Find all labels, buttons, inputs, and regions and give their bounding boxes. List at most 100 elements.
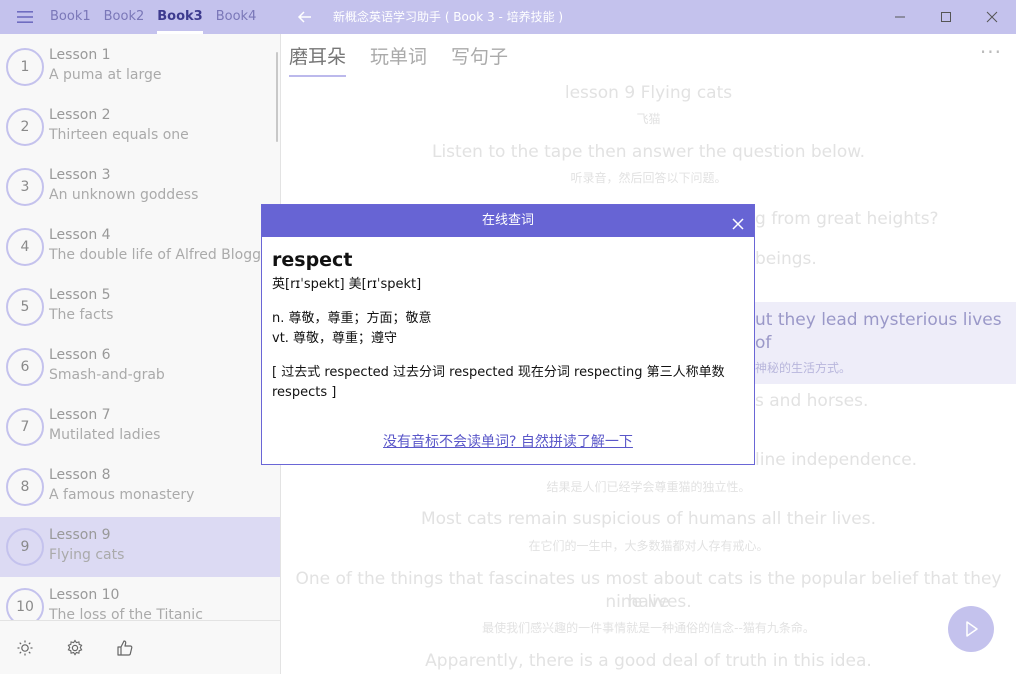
lesson-title: Lesson 3 bbox=[49, 167, 111, 183]
lesson-item[interactable]: 8 Lesson 8 A famous monastery bbox=[0, 457, 280, 517]
lesson-title: Lesson 4 bbox=[49, 227, 111, 243]
phonics-link[interactable]: 没有音标不会读单词? 自然拼读了解一下 bbox=[262, 431, 754, 451]
back-arrow-icon[interactable] bbox=[296, 8, 314, 26]
close-icon[interactable] bbox=[730, 213, 746, 230]
lesson-texts: Lesson 10 The loss of the Titanic bbox=[49, 585, 203, 620]
text-line[interactable]: Most cats remain suspicious of humans al… bbox=[291, 508, 1006, 531]
lesson-number-badge: 5 bbox=[6, 288, 44, 326]
title-bar: Book1 Book2 Book3 Book4 新概念英语学习助手 ( Book… bbox=[0, 0, 1016, 34]
lesson-number-badge: 7 bbox=[6, 408, 44, 446]
text-line[interactable]: line independence. bbox=[755, 449, 1005, 472]
lesson-texts: Lesson 3 An unknown goddess bbox=[49, 165, 198, 205]
text-line[interactable]: lesson 9 Flying cats bbox=[291, 82, 1006, 105]
lesson-texts: Lesson 7 Mutilated ladies bbox=[49, 405, 160, 445]
tab-listen[interactable]: 磨耳朵 bbox=[289, 42, 347, 77]
meanings: n. 尊敬，尊重；方面；敬意 vt. 尊敬，尊重；遵守 bbox=[272, 309, 744, 349]
lesson-item[interactable]: 3 Lesson 3 An unknown goddess bbox=[0, 157, 280, 217]
lesson-title: Lesson 10 bbox=[49, 587, 120, 603]
lesson-list[interactable]: 1 Lesson 1 A puma at large 2 Lesson 2 Thirtee… bbox=[0, 37, 280, 620]
meaning-line: n. 尊敬，尊重；方面；敬意 bbox=[272, 311, 432, 326]
lookup-word: respect bbox=[272, 249, 353, 271]
lesson-title: Lesson 6 bbox=[49, 347, 111, 363]
tab-book2[interactable]: Book2 bbox=[104, 0, 145, 34]
close-window-button[interactable] bbox=[969, 0, 1015, 34]
lesson-item[interactable]: 2 Lesson 2 Thirteen equals one bbox=[0, 97, 280, 157]
text-line-translation: 听录音，然后回答以下问题。 bbox=[570, 171, 727, 185]
text-line[interactable]: Listen to the tape then answer the quest… bbox=[291, 141, 1006, 164]
phonetic: 英[rɪˈspekt] 美[rɪˈspekt] bbox=[272, 277, 422, 292]
text-line-translation: 飞猫 bbox=[636, 112, 661, 126]
text-line[interactable]: s and horses. bbox=[755, 390, 1005, 413]
window-title: 新概念英语学习助手 ( Book 3 - 培养技能 ) bbox=[333, 10, 564, 24]
lesson-item[interactable]: 7 Lesson 7 Mutilated ladies bbox=[0, 397, 280, 457]
tab-sentences[interactable]: 写句子 bbox=[451, 42, 508, 77]
text-line-translation: 结果是人们已经学会尊重猫的独立性。 bbox=[546, 480, 751, 494]
play-button[interactable] bbox=[948, 606, 994, 652]
lesson-texts: Lesson 1 A puma at large bbox=[49, 45, 161, 85]
word-forms: [ 过去式 respected 过去分词 respected 现在分词 resp… bbox=[272, 365, 725, 400]
lesson-title: Lesson 5 bbox=[49, 287, 111, 303]
lesson-item[interactable]: 5 Lesson 5 The facts bbox=[0, 277, 280, 337]
hamburger-menu-icon[interactable] bbox=[0, 0, 50, 34]
lesson-subtitle: Flying cats bbox=[49, 547, 125, 563]
meaning-line: vt. 尊敬，尊重；遵守 bbox=[272, 331, 398, 346]
lesson-subtitle: An unknown goddess bbox=[49, 187, 199, 203]
lesson-item[interactable]: 6 Lesson 6 Smash-and-grab bbox=[0, 337, 280, 397]
lesson-title: Lesson 1 bbox=[49, 47, 111, 63]
thumbs-up-icon[interactable] bbox=[115, 638, 135, 658]
lesson-number-badge: 2 bbox=[6, 108, 44, 146]
lesson-subtitle: A famous monastery bbox=[49, 487, 195, 503]
lesson-item[interactable]: 9 Lesson 9 Flying cats bbox=[0, 517, 280, 577]
lesson-texts: Lesson 6 Smash-and-grab bbox=[49, 345, 165, 385]
lesson-texts: Lesson 4 The double life of Alfred Bloggs bbox=[49, 225, 268, 265]
lesson-item[interactable]: 4 Lesson 4 The double life of Alfred Blogg… bbox=[0, 217, 280, 277]
lesson-item[interactable]: 1 Lesson 1 A puma at large bbox=[0, 37, 280, 97]
lesson-sidebar: 1 Lesson 1 A puma at large 2 Lesson 2 Thirtee… bbox=[0, 34, 281, 674]
lesson-subtitle: Mutilated ladies bbox=[49, 427, 161, 443]
brightness-icon[interactable] bbox=[15, 638, 35, 658]
lesson-number-badge: 10 bbox=[6, 588, 44, 620]
tab-book4[interactable]: Book4 bbox=[216, 0, 257, 34]
lesson-texts: Lesson 2 Thirteen equals one bbox=[49, 105, 189, 145]
lesson-title: Lesson 7 bbox=[49, 407, 111, 423]
lesson-item[interactable]: 10 Lesson 10 The loss of the Titanic bbox=[0, 577, 280, 620]
lesson-number-badge: 9 bbox=[6, 528, 44, 566]
more-options-icon[interactable]: ··· bbox=[980, 40, 1002, 64]
lesson-number-badge: 8 bbox=[6, 468, 44, 506]
text-line-translation: 最使我们感兴趣的一件事情就是一种通俗的信念--猫有九条命。 bbox=[482, 621, 815, 635]
lesson-number-badge: 4 bbox=[6, 228, 44, 266]
lesson-title: Lesson 9 bbox=[49, 527, 111, 543]
text-line[interactable]: g from great heights? bbox=[755, 208, 1005, 231]
lesson-number-badge: 3 bbox=[6, 168, 44, 206]
tab-book3[interactable]: Book3 bbox=[157, 0, 204, 34]
text-line-current[interactable]: ut they lead mysterious lives of bbox=[755, 309, 1015, 355]
text-line-translation: 神秘的生活方式。 bbox=[755, 361, 852, 375]
lesson-title: Lesson 2 bbox=[49, 107, 111, 123]
play-icon bbox=[966, 621, 978, 637]
dialog-header: 在线查词 bbox=[262, 205, 754, 237]
lesson-texts: Lesson 5 The facts bbox=[49, 285, 113, 325]
lesson-subtitle: A puma at large bbox=[49, 67, 162, 83]
text-line[interactable]: Apparently, there is a good deal of trut… bbox=[291, 650, 1006, 673]
sidebar-footer bbox=[0, 620, 280, 674]
tab-words[interactable]: 玩单词 bbox=[370, 42, 427, 77]
lesson-texts: Lesson 8 A famous monastery bbox=[49, 465, 194, 505]
text-line-translation: 在它们的一生中，大多数猫都对人存有戒心。 bbox=[528, 539, 769, 553]
book-tabs: Book1 Book2 Book3 Book4 bbox=[50, 0, 269, 34]
lesson-subtitle: Thirteen equals one bbox=[49, 127, 189, 143]
text-line[interactable]: nine lives. bbox=[291, 591, 1006, 614]
lesson-number-badge: 1 bbox=[6, 48, 44, 86]
lesson-texts: Lesson 9 Flying cats bbox=[49, 525, 124, 565]
tab-book1[interactable]: Book1 bbox=[50, 0, 91, 34]
dialog-body: respect 英[rɪˈspekt] 美[rɪˈspekt] n. 尊敬，尊重… bbox=[262, 237, 754, 403]
maximize-button[interactable] bbox=[923, 0, 969, 34]
lesson-subtitle: The facts bbox=[49, 307, 114, 323]
dialog-title: 在线查词 bbox=[481, 213, 534, 228]
lesson-subtitle: Smash-and-grab bbox=[49, 367, 165, 383]
minimize-button[interactable] bbox=[877, 0, 923, 34]
sidebar-scrollbar[interactable] bbox=[276, 52, 278, 142]
lesson-subtitle: The double life of Alfred Bloggs bbox=[49, 247, 269, 263]
settings-gear-icon[interactable] bbox=[65, 638, 85, 658]
text-line[interactable]: beings. bbox=[755, 248, 1005, 271]
lesson-number-badge: 6 bbox=[6, 348, 44, 386]
